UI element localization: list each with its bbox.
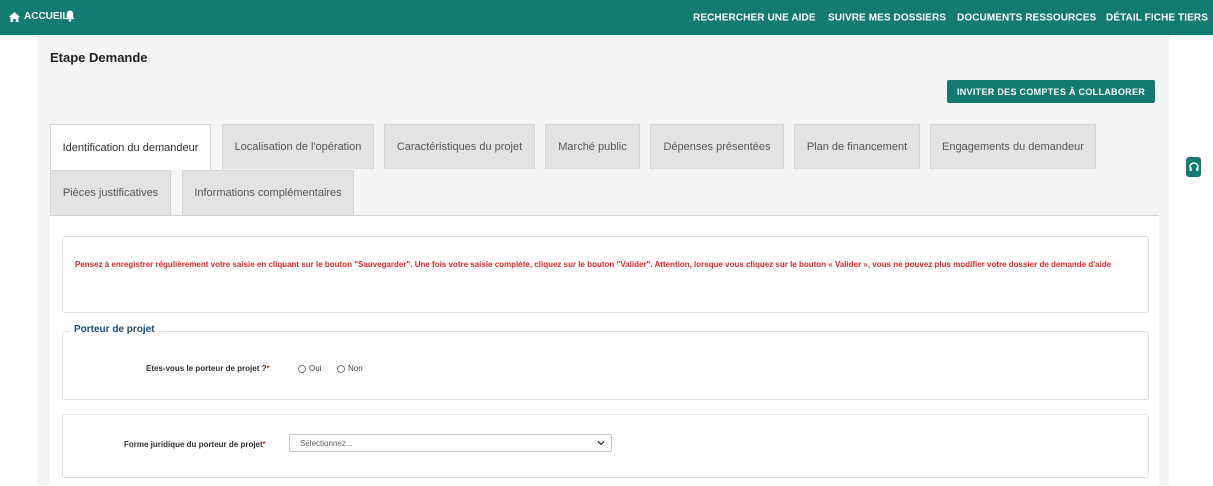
nav-documents-ressources[interactable]: DOCUMENTS RESSOURCES (957, 13, 1096, 24)
tab-informations-complementaires[interactable]: Informations complémentaires (182, 170, 354, 215)
radio-circle[interactable] (337, 364, 345, 373)
headset-icon (1188, 162, 1199, 171)
page-title: Etape Demande (50, 50, 148, 65)
required-mark: * (266, 364, 270, 373)
tab-marche-public[interactable]: Marché public (545, 124, 640, 169)
radio-oui[interactable]: Oui (298, 364, 321, 373)
radio-non-label: Non (348, 364, 363, 373)
alert-box (62, 236, 1149, 313)
tab-localisation-operation[interactable]: Localisation de l'opération (222, 124, 374, 169)
invite-collaborators-button[interactable]: INVITER DES COMPTES À COLLABORER (947, 80, 1155, 103)
tab-engagements-demandeur[interactable]: Engagements du demandeur (930, 124, 1096, 169)
radio-circle[interactable] (298, 364, 306, 373)
notifications-button[interactable] (65, 10, 75, 25)
tab-pieces-justificatives[interactable]: Pièces justificatives (50, 170, 171, 215)
porteur-question-text: Etes-vous le porteur de projet ? (146, 364, 267, 373)
forme-juridique-text: Forme juridique du porteur de projet (124, 440, 263, 449)
porteur-legend: Porteur de projet (70, 324, 159, 335)
home-label: ACCUEIL (24, 11, 69, 22)
home-icon (9, 11, 20, 22)
bell-icon (65, 10, 75, 22)
porteur-question-label: Etes-vous le porteur de projet ?* (146, 364, 270, 373)
alert-message: Pensez à enregistrer régulièrement votre… (75, 260, 1112, 269)
nav-detail-fiche-tiers[interactable]: DÉTAIL FICHE TIERS (1106, 13, 1208, 24)
chevron-down-icon (597, 441, 605, 446)
nav-rechercher-aide[interactable]: RECHERCHER UNE AIDE (693, 13, 816, 24)
top-navbar: ACCUEIL RECHERCHER UNE AIDE SUIVRE MES D… (0, 0, 1213, 35)
forme-juridique-label: Forme juridique du porteur de projet* (124, 440, 266, 449)
nav-suivre-dossiers[interactable]: SUIVRE MES DOSSIERS (828, 13, 946, 24)
select-value: Sélectionnez... (300, 439, 353, 448)
radio-non[interactable]: Non (337, 364, 363, 373)
tab-identification-demandeur[interactable]: Identification du demandeur (50, 124, 211, 170)
radio-oui-label: Oui (309, 364, 322, 373)
home-link[interactable]: ACCUEIL (9, 11, 68, 22)
forme-juridique-select[interactable]: Sélectionnez... (289, 434, 612, 452)
required-mark: * (262, 440, 266, 449)
tab-depenses-presentees[interactable]: Dépenses présentées (650, 124, 784, 169)
help-button[interactable] (1186, 157, 1201, 177)
tab-plan-financement[interactable]: Plan de financement (794, 124, 920, 169)
tab-caracteristiques-projet[interactable]: Caractéristiques du projet (384, 124, 535, 169)
